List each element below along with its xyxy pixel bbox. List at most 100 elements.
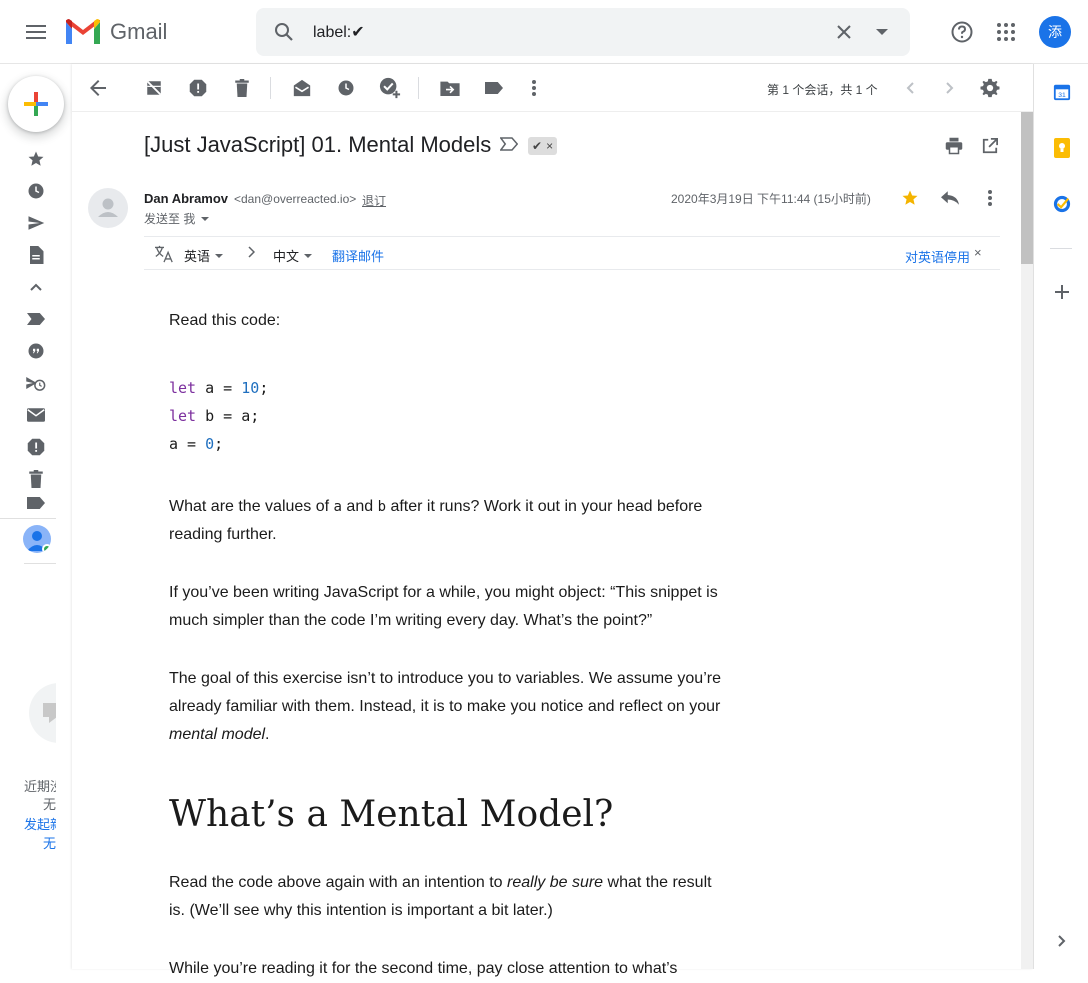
compose-button[interactable] [8, 76, 64, 132]
spam-icon[interactable] [20, 431, 52, 463]
older-chevron-right-icon[interactable] [934, 72, 966, 104]
starred-icon[interactable] [20, 143, 52, 175]
body-paragraph-1: Read this code: [169, 312, 281, 329]
side-panel-divider [1050, 248, 1072, 249]
account-avatar[interactable]: 添 [1039, 16, 1071, 48]
close-translate-bar-icon[interactable]: × [974, 245, 982, 260]
archive-icon[interactable] [138, 72, 170, 104]
star-icon[interactable] [898, 186, 922, 210]
hangouts-user-avatar[interactable] [23, 525, 51, 553]
search-icon[interactable] [268, 16, 300, 48]
body-paragraph-4: The goal of this exercise isn’t to intro… [169, 670, 721, 743]
main-menu-button[interactable] [16, 12, 56, 52]
print-icon[interactable] [938, 130, 970, 162]
gmail-m-icon [64, 18, 102, 46]
no-recent-chats-text: 近期没 [24, 779, 56, 794]
help-icon[interactable] [942, 12, 982, 52]
get-add-ons-plus-icon[interactable] [1050, 280, 1074, 304]
report-spam-icon[interactable] [182, 72, 214, 104]
body-paragraph-2: What are the values of a and b after it … [169, 498, 703, 543]
turn-off-translation-link[interactable]: 对英语停用 [905, 247, 970, 266]
open-in-new-window-icon[interactable] [974, 130, 1006, 162]
code-line: let b = a; [169, 407, 260, 425]
hangouts-icon[interactable] [29, 683, 56, 743]
top-header: Gmail label:✔ 添 [0, 0, 1088, 64]
vertical-scrollbar[interactable] [1021, 112, 1033, 969]
drafts-icon[interactable] [20, 239, 52, 271]
snooze-icon[interactable] [330, 72, 362, 104]
label-chip-text: ✔ [532, 139, 543, 153]
source-language-select[interactable]: 英语 [184, 246, 224, 265]
tasks-icon[interactable] [1050, 192, 1074, 216]
rail-divider [0, 518, 56, 519]
translate-message-link[interactable]: 翻译邮件 [332, 246, 384, 265]
add-to-tasks-icon[interactable] [374, 72, 406, 104]
toolbar-divider [270, 77, 271, 99]
body-paragraph-5: Read the code above again with an intent… [169, 874, 712, 919]
message-date: 2020年3月19日 下午11:44 (15小时前) [671, 192, 871, 206]
move-to-icon[interactable] [434, 72, 466, 104]
body-paragraph-3: If you’ve been writing JavaScript for a … [169, 584, 718, 629]
scheduled-icon[interactable] [20, 367, 52, 399]
collapse-chevron-up-icon[interactable] [20, 271, 52, 303]
translate-icon [154, 245, 174, 263]
toolbar-divider [418, 77, 419, 99]
trash-icon[interactable] [20, 463, 52, 495]
settings-gear-icon[interactable] [974, 72, 1006, 104]
caret-down-icon [201, 216, 210, 221]
sender-avatar[interactable] [88, 188, 128, 228]
label-icon[interactable] [20, 495, 52, 511]
code-block: let a = 10; let b = a; a = 0; [169, 374, 268, 458]
recipient-details-toggle[interactable]: 发送至 我 [144, 210, 210, 227]
body-paragraph-6: While you’re reading it for the second t… [169, 960, 678, 977]
app-name: Gmail [110, 19, 168, 44]
calendar-icon[interactable]: 31 [1050, 80, 1074, 104]
plus-icon [22, 90, 50, 118]
sent-icon[interactable] [20, 207, 52, 239]
code-line: a = 0; [169, 435, 224, 453]
translate-bar: 英语 中文 翻译邮件 对英语停用 × [144, 236, 1000, 270]
snoozed-icon[interactable] [20, 175, 52, 207]
google-apps-icon[interactable] [986, 12, 1026, 52]
conversation-counter: 第 1 个会话，共 1 个 [767, 83, 878, 97]
clear-search-icon[interactable] [828, 16, 860, 48]
label-chip[interactable]: ✔ × [528, 137, 558, 155]
sender-name[interactable]: Dan Abramov [144, 191, 228, 206]
gmail-logo[interactable]: Gmail [64, 16, 167, 48]
arrow-right-icon [248, 246, 255, 258]
back-arrow-icon[interactable] [82, 72, 114, 104]
side-panel: 31 [1033, 64, 1088, 969]
sender-email: <dan@overreacted.io> [234, 192, 357, 206]
start-new-chat-link-2[interactable]: 无 [24, 833, 56, 852]
remove-label-icon[interactable]: × [546, 139, 553, 153]
expand-side-panel-chevron-icon[interactable] [1050, 929, 1074, 953]
hamburger-icon [26, 24, 46, 40]
code-line: let a = 10; [169, 379, 269, 397]
email-subject: [Just JavaScript] 01. Mental Models [144, 132, 492, 157]
unsubscribe-link[interactable]: 退订 [362, 192, 386, 209]
mark-unread-icon[interactable] [286, 72, 318, 104]
delete-icon[interactable] [226, 72, 258, 104]
target-language: 中文 [273, 249, 300, 264]
rail-divider-2 [24, 563, 56, 564]
section-heading: What’s a Mental Model? [169, 794, 614, 835]
start-new-chat-link[interactable]: 发起新 [24, 814, 56, 833]
message-toolbar: 第 1 个会话，共 1 个 [72, 64, 1033, 112]
target-language-select[interactable]: 中文 [273, 246, 313, 265]
scrollbar-thumb[interactable] [1021, 112, 1033, 264]
important-label-icon[interactable] [20, 303, 52, 335]
newer-chevron-left-icon[interactable] [894, 72, 926, 104]
search-input[interactable]: label:✔ [313, 22, 365, 42]
search-bar[interactable]: label:✔ [256, 8, 910, 56]
source-language: 英语 [184, 249, 211, 264]
reply-icon[interactable] [936, 184, 964, 212]
more-vert-icon[interactable] [518, 72, 550, 104]
message-pane: 第 1 个会话，共 1 个 [Just JavaScript] 01. Ment… [72, 64, 1033, 977]
keep-icon[interactable] [1050, 136, 1074, 160]
chats-icon[interactable] [20, 335, 52, 367]
search-options-dropdown-icon[interactable] [866, 16, 898, 48]
all-mail-icon[interactable] [20, 399, 52, 431]
message-more-icon[interactable] [976, 184, 1004, 212]
importance-marker-icon[interactable] [500, 137, 518, 151]
labels-icon[interactable] [478, 72, 510, 104]
